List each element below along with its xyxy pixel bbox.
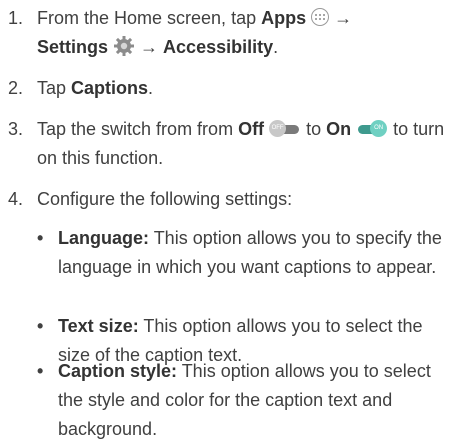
step-3: 3. Tap the switch from from Off OFF to O…	[0, 115, 449, 173]
step-text: From the Home screen, tap Apps → Setting…	[37, 4, 449, 62]
bullet-marker: •	[37, 316, 44, 336]
toggle-off-icon: OFF	[269, 119, 301, 137]
step-4: 4. Configure the following settings:	[0, 185, 449, 214]
toggle-on-knob-label: ON	[370, 119, 388, 137]
bullet-language: • Language: This option allows you to sp…	[0, 224, 449, 282]
arrow: →	[135, 37, 164, 57]
bullet-text: Caption style: This option allows you to…	[58, 357, 449, 444]
step-text-part: Tap	[37, 78, 72, 98]
captions-label: Captions	[71, 78, 149, 98]
on-label: On	[326, 119, 352, 139]
toggle-on-icon: ON	[356, 119, 388, 137]
bullet-term: Language:	[58, 228, 150, 248]
apps-label: Apps	[261, 8, 307, 28]
step-text-part: Configure the following settings:	[37, 189, 293, 209]
step-2: 2. Tap Captions.	[0, 74, 449, 103]
step-text-part: Tap the switch from from	[37, 119, 239, 139]
step-text: Tap the switch from from Off OFF to On O…	[37, 115, 449, 173]
bullet-caption-style: • Caption style: This option allows you …	[0, 357, 449, 444]
settings-label: Settings	[37, 37, 109, 57]
step-text: Tap Captions.	[37, 74, 449, 103]
bullet-marker: •	[37, 228, 44, 248]
step-number: 1.	[8, 8, 24, 28]
bullet-marker: •	[37, 361, 44, 381]
bullet-text: Language: This option allows you to spec…	[58, 224, 449, 282]
arrow: →	[329, 8, 353, 28]
accessibility-label: Accessibility	[163, 37, 274, 57]
apps-grid-icon	[311, 8, 330, 27]
step-number: 4.	[8, 189, 24, 209]
toggle-off-knob-label: OFF	[269, 119, 287, 137]
bullet-term: Text size:	[58, 316, 139, 336]
step-text: Configure the following settings:	[37, 185, 449, 214]
step-number: 3.	[8, 119, 24, 139]
step-number: 2.	[8, 78, 24, 98]
period: .	[148, 78, 154, 98]
off-label: Off	[238, 119, 265, 139]
bullet-term: Caption style:	[58, 361, 178, 381]
step-1: 1. From the Home screen, tap Apps → Sett…	[0, 4, 449, 62]
step-text-part: to	[301, 119, 327, 139]
period: .	[273, 37, 279, 57]
settings-gear-icon	[113, 35, 135, 57]
step-text-part: From the Home screen, tap	[37, 8, 262, 28]
